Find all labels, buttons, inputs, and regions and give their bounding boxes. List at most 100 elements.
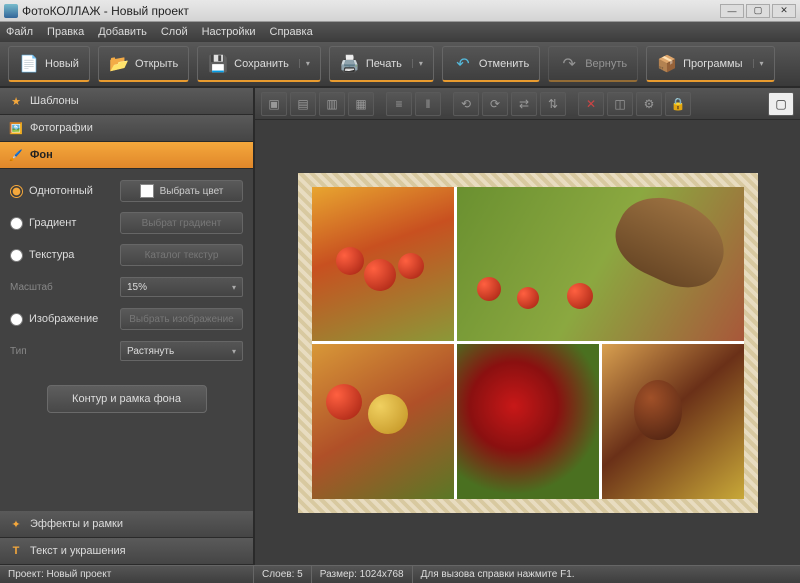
bg-gradient-radio[interactable] xyxy=(10,217,23,230)
menu-layer[interactable]: Слой xyxy=(161,26,188,38)
texture-catalog-label: Каталог текстур xyxy=(145,250,219,261)
scale-select[interactable]: 15% xyxy=(120,277,243,297)
redo-button[interactable]: ↷ Вернуть xyxy=(548,46,638,82)
save-icon: 💾 xyxy=(208,54,228,74)
brush-icon: 🖌️ xyxy=(8,147,24,163)
collage-cell-1[interactable] xyxy=(312,187,454,342)
crop-button[interactable]: ◫ xyxy=(607,92,633,116)
statusbar: Проект: Новый проект Слоев: 5 Размер: 10… xyxy=(0,565,800,583)
bg-gradient-option[interactable]: Градиент xyxy=(10,217,120,230)
flip-h-button[interactable]: ⇄ xyxy=(511,92,537,116)
main-toolbar: 📄 Новый 📂 Открыть 💾 Сохранить 🖨️Печать ↶ Отм… xyxy=(0,42,800,88)
photo-icon: 🖼️ xyxy=(8,120,24,136)
minimize-button[interactable]: — xyxy=(720,4,744,18)
window-title: ФотоКОЛЛАЖ - Новый проект xyxy=(22,4,189,18)
send-backward-button[interactable]: ▥ xyxy=(319,92,345,116)
status-project: Проект: Новый проект xyxy=(0,566,254,583)
sidebar-tab-background[interactable]: 🖌️ Фон xyxy=(0,142,253,169)
outline-label: Контур и рамка фона xyxy=(72,393,181,405)
bg-texture-radio[interactable] xyxy=(10,249,23,262)
save-label: Сохранить xyxy=(234,58,289,70)
open-button[interactable]: 📂 Открыть xyxy=(98,46,189,82)
redo-label: Вернуть xyxy=(585,58,627,70)
rotate-right-button[interactable]: ⟳ xyxy=(482,92,508,116)
canvas-toolbar: ▣ ▤ ▥ ▦ ≡ ‖ ⟲ ⟳ ⇄ ⇅ ✕ ◫ ⚙ 🔒 ▢ xyxy=(255,88,800,120)
image-label: Изображение xyxy=(29,313,98,325)
open-label: Открыть xyxy=(135,58,178,70)
bg-texture-option[interactable]: Текстура xyxy=(10,249,120,262)
status-size: Размер: 1024x768 xyxy=(312,566,413,583)
sidebar-tab-templates[interactable]: ★Шаблоны xyxy=(0,88,253,115)
undo-label: Отменить xyxy=(479,58,529,70)
sparkle-icon: ✦ xyxy=(8,516,24,532)
menu-edit[interactable]: Правка xyxy=(47,26,84,38)
background-label: Фон xyxy=(30,149,53,161)
rotate-left-button[interactable]: ⟲ xyxy=(453,92,479,116)
color-swatch xyxy=(140,184,154,198)
collage-frame[interactable] xyxy=(298,173,758,513)
text-icon: T xyxy=(8,543,24,559)
lock-button[interactable]: 🔒 xyxy=(665,92,691,116)
bg-solid-radio[interactable] xyxy=(10,185,23,198)
maximize-button[interactable]: ▢ xyxy=(746,4,770,18)
photos-label: Фотографии xyxy=(30,122,93,134)
type-select[interactable]: Растянуть xyxy=(120,341,243,361)
bring-front-button[interactable]: ▣ xyxy=(261,92,287,116)
sidebar-tab-photos[interactable]: 🖼️ Фотографии xyxy=(0,115,253,142)
delete-button[interactable]: ✕ xyxy=(578,92,604,116)
pick-gradient-label: Выбрат градиент xyxy=(142,218,222,229)
gradient-label: Градиент xyxy=(29,217,76,229)
collage-cell-5[interactable] xyxy=(602,344,744,499)
menu-file[interactable]: Файл xyxy=(6,26,33,38)
programs-button[interactable]: 📦Программы xyxy=(646,46,774,82)
print-button[interactable]: 🖨️Печать xyxy=(329,46,434,82)
sidebar-tab-text[interactable]: T Текст и украшения xyxy=(0,538,253,565)
texture-catalog-button[interactable]: Каталог текстур xyxy=(120,244,243,266)
sidebar: ★Шаблоны 🖼️ Фотографии 🖌️ Фон Однотонный В… xyxy=(0,88,255,565)
flip-v-button[interactable]: ⇅ xyxy=(540,92,566,116)
undo-button[interactable]: ↶ Отменить xyxy=(442,46,540,82)
menu-add[interactable]: Добавить xyxy=(98,26,147,38)
bring-forward-button[interactable]: ▤ xyxy=(290,92,316,116)
solid-label: Однотонный xyxy=(29,185,93,197)
templates-label: Шаблоны xyxy=(30,95,79,107)
programs-label: Программы xyxy=(683,58,742,70)
app-icon xyxy=(4,4,18,18)
pick-color-button[interactable]: Выбрать цвет xyxy=(120,180,243,202)
settings-tool-button[interactable]: ⚙ xyxy=(636,92,662,116)
new-button[interactable]: 📄 Новый xyxy=(8,46,90,82)
new-file-icon: 📄 xyxy=(19,54,39,74)
pick-image-label: Выбрать изображение xyxy=(129,314,233,325)
close-button[interactable]: ✕ xyxy=(772,4,796,18)
undo-icon: ↶ xyxy=(453,54,473,74)
menu-settings[interactable]: Настройки xyxy=(202,26,256,38)
bg-image-option[interactable]: Изображение xyxy=(10,313,120,326)
collage-cell-4[interactable] xyxy=(457,344,599,499)
canvas-viewport[interactable] xyxy=(255,120,800,565)
menubar: Файл Правка Добавить Слой Настройки Спра… xyxy=(0,22,800,42)
pick-image-button[interactable]: Выбрать изображение xyxy=(120,308,243,330)
align-center-h-button[interactable]: ≡ xyxy=(386,92,412,116)
sidebar-tab-effects[interactable]: ✦Эффекты и рамки xyxy=(0,511,253,538)
pick-gradient-button[interactable]: Выбрат градиент xyxy=(120,212,243,234)
menu-help[interactable]: Справка xyxy=(270,26,313,38)
text-label: Текст и украшения xyxy=(30,545,126,557)
blank-page-button[interactable]: ▢ xyxy=(768,92,794,116)
align-center-v-button[interactable]: ‖ xyxy=(415,92,441,116)
bg-image-radio[interactable] xyxy=(10,313,23,326)
bg-solid-option[interactable]: Однотонный xyxy=(10,185,120,198)
send-back-button[interactable]: ▦ xyxy=(348,92,374,116)
folder-open-icon: 📂 xyxy=(109,54,129,74)
collage-cell-3[interactable] xyxy=(312,344,454,499)
collage-cell-2[interactable] xyxy=(457,187,744,342)
background-panel: Однотонный Выбрать цвет Градиент Выбрат … xyxy=(0,169,253,511)
status-layers: Слоев: 5 xyxy=(254,566,312,583)
new-label: Новый xyxy=(45,58,79,70)
texture-label: Текстура xyxy=(29,249,74,261)
outline-frame-button[interactable]: Контур и рамка фона xyxy=(47,385,207,413)
print-label: Печать xyxy=(366,58,402,70)
scale-value: 15% xyxy=(127,282,147,293)
redo-icon: ↷ xyxy=(559,54,579,74)
canvas-area: ▣ ▤ ▥ ▦ ≡ ‖ ⟲ ⟳ ⇄ ⇅ ✕ ◫ ⚙ 🔒 ▢ xyxy=(255,88,800,565)
save-button[interactable]: 💾 Сохранить xyxy=(197,46,321,82)
